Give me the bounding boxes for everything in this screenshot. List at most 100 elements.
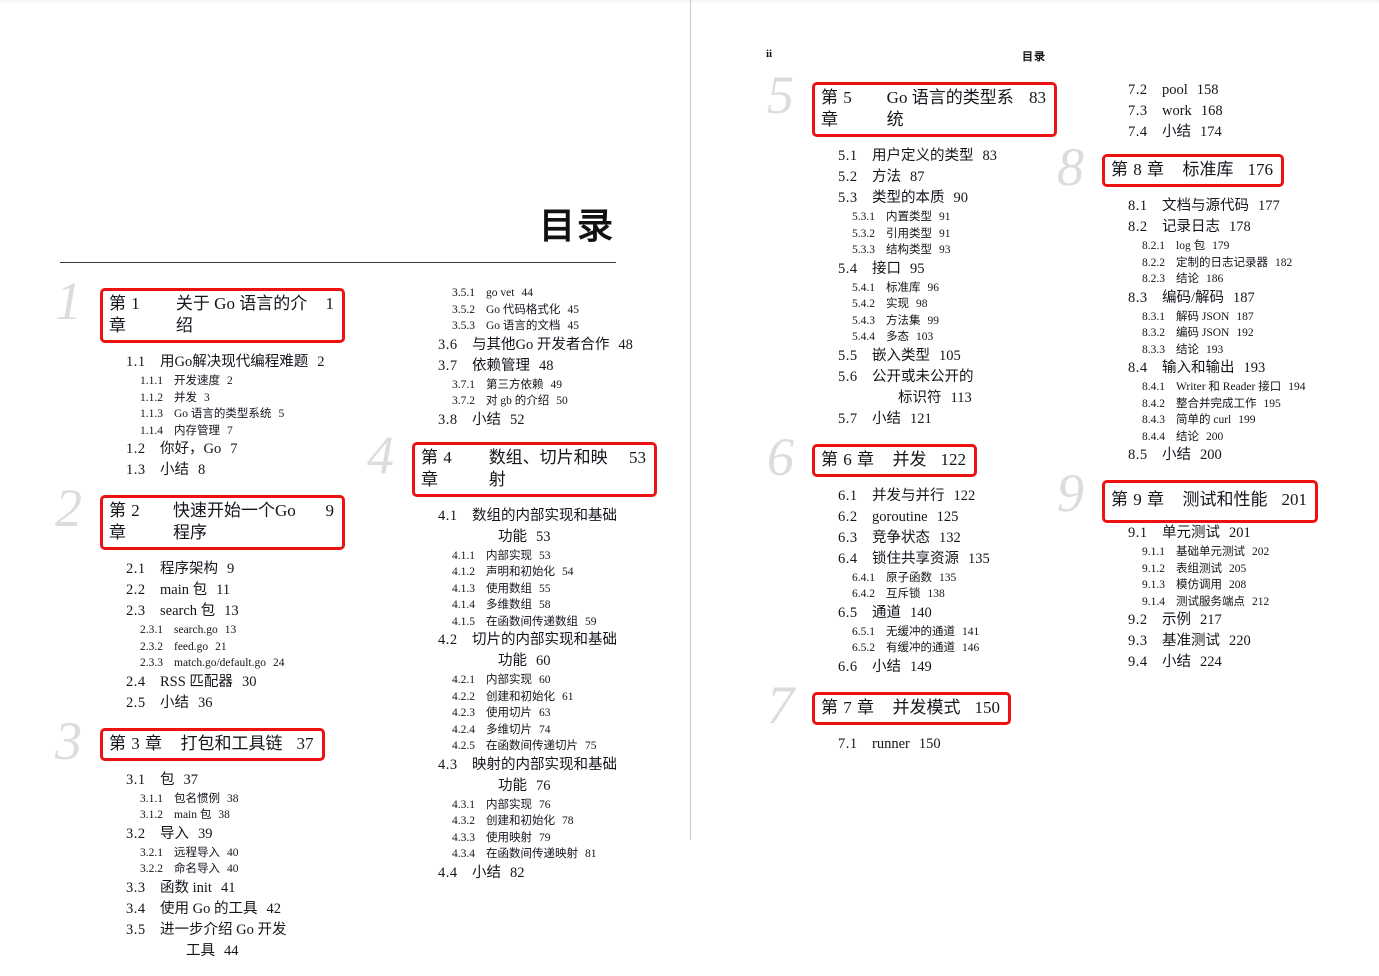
chapter-heading-highlight-box[interactable]: 第 7 章并发模式 150: [812, 691, 1011, 725]
chapter-ghost-numeral: 2: [55, 478, 82, 538]
toc-entry-page: 87: [910, 169, 925, 185]
toc-entry: 8.4.1 Writer 和 Reader 接口 194: [1102, 379, 1352, 396]
toc-entry-title: 基础单元测试: [1176, 546, 1245, 558]
toc-chapter-group: 4第 4 章数组、切片和映射 53 4.1 数组的内部实现和基础 功能 53 4.1.1 内部…: [367, 428, 657, 884]
toc-entry-number: 4.2.5: [452, 740, 475, 752]
toc-entry-title: search.go: [174, 624, 218, 636]
toc-entry-number: 5.4: [838, 260, 858, 277]
toc-entry-number: 6.4.1: [852, 571, 875, 584]
toc-entry: 3.1.2 main 包 38: [100, 807, 345, 824]
toc-entry-page: 98: [916, 298, 928, 310]
chapter-heading-highlight-box[interactable]: 第 2 章快速开始一个Go 程序 9: [100, 495, 345, 550]
toc-entry-title: 结构类型: [886, 244, 932, 256]
toc-entry-title: 开发速度: [174, 375, 220, 387]
toc-entry-number: 4.3.3: [452, 831, 475, 844]
toc-entry-title: 小结: [1162, 124, 1191, 140]
toc-entry-page: 174: [1200, 124, 1222, 140]
chapter-heading-highlight-box[interactable]: 第 9 章测试和性能 201: [1102, 480, 1318, 523]
toc-entry-number: 9.4: [1128, 654, 1148, 670]
toc-entry-page: 121: [910, 410, 932, 427]
chapter-ghost-numeral: 1: [55, 271, 82, 331]
toc-entry-page: 135: [939, 571, 957, 584]
chapter-heading-highlight-box[interactable]: 第 1 章 关于 Go 语言的介绍 1: [100, 288, 345, 343]
chapter-heading-highlight-box[interactable]: 第 8 章标准库 176: [1102, 154, 1284, 187]
toc-entry-number: 2.3: [126, 603, 146, 619]
toc-entry-title: 用Go解决现代编程难题: [160, 354, 309, 370]
toc-entry-title: 创建和初始化: [486, 815, 555, 827]
toc-entry-title: 多态: [886, 331, 909, 343]
toc-entry-page: 24: [272, 657, 285, 669]
toc-entry: 7.4 小结 174: [1102, 122, 1352, 143]
toc-entry-number: 3.1.2: [140, 809, 163, 821]
toc-entry: 3.8 小结 52: [412, 410, 657, 431]
toc-entry: 3.2.2 命名导入 40: [100, 861, 345, 878]
toc-entry: 6.2 goroutine 125: [812, 507, 1057, 528]
toc-chapter-group: 6第 6 章并发 122 6.1 并发与并行 122 6.2 goroutine 125 6.3…: [767, 430, 1057, 678]
toc-entry-title: main 包: [160, 582, 208, 598]
chapter-number: 第 2 章: [109, 501, 141, 542]
toc-entry-title: match.go/default.go: [174, 657, 266, 669]
toc-entry: 1.3 小结 8: [100, 460, 345, 481]
toc-entry-number: 2.1: [126, 561, 146, 577]
toc-entry-page: 61: [562, 690, 574, 703]
toc-entry-number: 3.1: [126, 771, 146, 788]
toc-entry-page: 13: [224, 603, 239, 619]
toc-entry-title: 通道: [872, 604, 901, 621]
toc-entry-list: 9.1 单元测试 201 9.1.1 基础单元测试 202 9.1.2 表组测试 205 9.1.…: [1102, 523, 1352, 673]
toc-entry-title: Go 代码格式化: [486, 303, 561, 316]
toc-entry-page: 96: [927, 281, 940, 294]
toc-entry-title: 锁住共享资源: [872, 550, 959, 567]
toc-entry-page: 141: [962, 625, 980, 638]
toc-entry: 6.3 竞争状态 132: [812, 528, 1057, 549]
toc-entry-title: 互斥锁: [886, 588, 921, 600]
toc-entry: 1.2 你好，Go 7: [100, 439, 345, 460]
toc-entry-page: 39: [198, 825, 213, 842]
toc-entry-title: 类型的本质: [872, 190, 945, 206]
toc-entry: 4.2.1 内部实现 60: [412, 672, 657, 689]
chapter-heading-highlight-box[interactable]: 第 5 章 Go 语言的类型系统 83: [812, 82, 1057, 137]
toc-entry-title: 包名惯例: [174, 792, 220, 805]
toc-entry: 8.2 记录日志 178: [1102, 217, 1352, 238]
toc-entry-title: 用户定义的类型: [872, 148, 974, 164]
toc-entry-number: 1.1: [126, 354, 146, 370]
toc-entry: 1.1.2 并发 3: [100, 390, 345, 407]
toc-entry-page: 8: [198, 462, 206, 478]
running-head-folio: ii: [766, 48, 773, 60]
toc-entry-page: 103: [916, 331, 934, 343]
toc-entry-title: 原子函数: [886, 571, 932, 584]
toc-entry-number: 9.2: [1128, 612, 1148, 628]
chapter-heading-highlight-box[interactable]: 第 3 章打包和工具链 37: [100, 727, 325, 761]
toc-entry-page: 59: [585, 615, 597, 628]
toc-entry: 4.1.1 内部实现 53: [412, 548, 657, 565]
toc-entry-page: 146: [962, 642, 980, 654]
toc-entry-title: 实现: [886, 298, 909, 310]
toc-entry: 4.4 小结 82: [412, 863, 657, 884]
toc-entry-page: 105: [939, 347, 961, 364]
chapter-spacer: [100, 343, 345, 352]
toc-entry: 8.3.2 编码 JSON 192: [1102, 325, 1352, 342]
toc-entry-number: 8.4.2: [1142, 397, 1165, 410]
toc-entry: 7.3 work 168: [1102, 101, 1352, 122]
toc-entry: 3.5 进一步介绍 Go 开发: [100, 920, 345, 941]
toc-entry-number: 3.2: [126, 825, 146, 842]
chapter-number: 第 8 章: [1111, 160, 1165, 179]
toc-entry-number: 8.3.1: [1142, 310, 1165, 323]
chapter-heading-highlight-box[interactable]: 第 4 章 数组、切片和映射 53: [412, 441, 657, 497]
toc-entry-title: 多维数组: [486, 599, 532, 611]
toc-entry: 8.2.3 结论 186: [1102, 271, 1352, 288]
toc-entry-number: 9.1.4: [1142, 595, 1165, 608]
toc-entry-number: 8.4.4: [1142, 430, 1165, 443]
chapter-heading-highlight-box[interactable]: 第 6 章并发 122: [812, 443, 977, 477]
toc-entry-title: 引用类型: [886, 227, 932, 240]
toc-entry-number: 2.2: [126, 582, 146, 598]
toc-entry: 9.1.2 表组测试 205: [1102, 561, 1352, 578]
toc-entry: 8.2.1 log 包 179: [1102, 238, 1352, 255]
toc-entry: 4.3.1 内部实现 76: [412, 797, 657, 814]
toc-entry-title: 小结: [472, 411, 501, 428]
toc-entry-number: 8.5: [1128, 447, 1148, 463]
toc-entry-number: 3.6: [438, 336, 458, 353]
toc-entry-title: go vet: [486, 287, 515, 299]
toc-entry: 5.4.4 多态 103: [812, 329, 1057, 346]
toc-entry-number: 4.1: [438, 507, 458, 524]
toc-entry-title: search 包: [160, 603, 216, 619]
